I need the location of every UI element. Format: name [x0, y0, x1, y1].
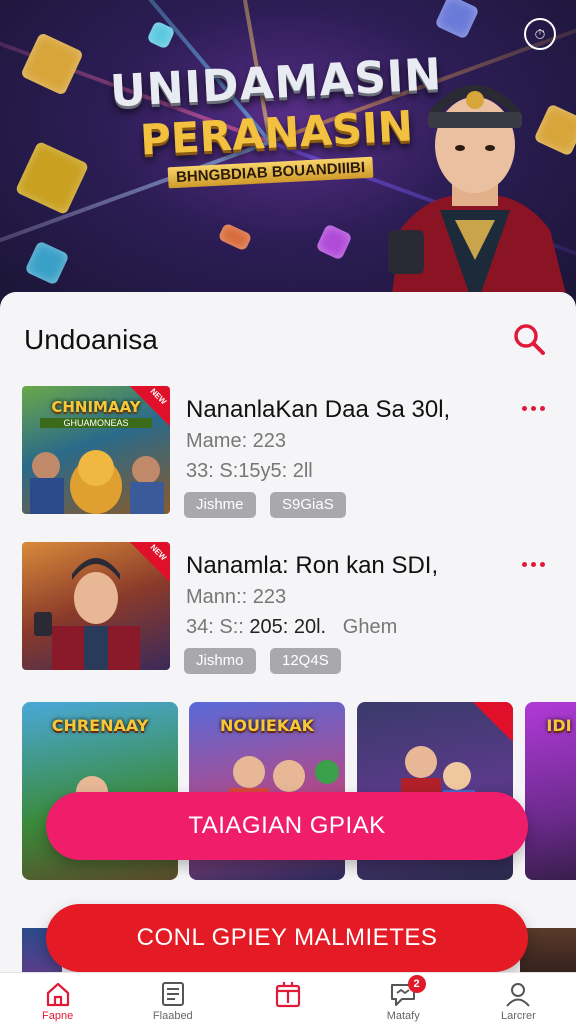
- game-title[interactable]: NananlaKan Daa Sa 30l,: [186, 396, 450, 424]
- game-title[interactable]: Nanamla: Ron kan SDI,: [186, 552, 438, 580]
- game-tag[interactable]: Jishme: [184, 492, 256, 518]
- nav-item-profile[interactable]: Larcrer: [461, 973, 576, 1024]
- primary-cta-button[interactable]: TAIAGIAN GPIAK: [46, 792, 528, 860]
- game-meta: Mann:: 223: [186, 586, 287, 608]
- card-logo: IDI: [546, 716, 572, 735]
- game-tag[interactable]: S9GiaS: [270, 492, 346, 518]
- dice-icon: [14, 140, 90, 216]
- card-logo: NOUIEKAK: [219, 716, 315, 735]
- timer-icon[interactable]: ⏱: [524, 18, 556, 50]
- gem-icon: [434, 0, 480, 40]
- notification-badge: 2: [407, 975, 426, 993]
- game-thumbnail[interactable]: CHNIMAAY GHUAMONEAS NEW: [22, 386, 170, 514]
- carousel-card[interactable]: IDI: [525, 702, 576, 880]
- new-badge: NEW: [130, 386, 170, 426]
- nav-label: Flaabed: [152, 1010, 193, 1022]
- more-options-icon[interactable]: [522, 556, 554, 572]
- nav-label: Fapne: [42, 1010, 74, 1022]
- app-screen: UNIDAMASIN PERANASIN BHNGBDIAB BOUANDIII…: [0, 0, 576, 1024]
- home-icon: [46, 982, 69, 1007]
- news-icon: [161, 982, 184, 1006]
- search-icon[interactable]: [510, 320, 548, 358]
- secondary-cta-button[interactable]: CONL GPIEY MALMIETES: [46, 904, 528, 972]
- game-stats: 34: S:: 205: 20l. Ghem: [186, 616, 398, 638]
- game-list-item[interactable]: NEW Nanamla: Ron kan SDI, Mann:: 223 34:…: [22, 542, 562, 674]
- content-sheet: Undoanisa CHNIMAAY GHUAMONEAS NEW Nananl…: [0, 292, 576, 988]
- game-stats: 33: S:15y5: 2ll: [186, 460, 313, 482]
- nav-label: Larcrer: [500, 1010, 536, 1022]
- nav-item-home[interactable]: Fapne: [0, 973, 115, 1024]
- nav-item-messages[interactable]: 2 Matafy: [346, 973, 461, 1024]
- section-title: Undoanisa: [24, 324, 158, 355]
- more-options-icon[interactable]: [522, 400, 554, 416]
- nav-label: Matafy: [386, 1010, 420, 1022]
- nav-item-feed[interactable]: Flaabed: [115, 973, 230, 1024]
- new-badge: NEW: [130, 542, 170, 582]
- gem-icon: [24, 240, 70, 286]
- hero-banner[interactable]: UNIDAMASIN PERANASIN BHNGBDIAB BOUANDIII…: [0, 0, 576, 310]
- gem-icon: [315, 223, 353, 261]
- game-thumbnail[interactable]: NEW: [22, 542, 170, 670]
- profile-icon: [506, 983, 531, 1007]
- gem-icon: [217, 222, 253, 252]
- game-list-item[interactable]: CHNIMAAY GHUAMONEAS NEW NananlaKan Daa S…: [22, 386, 562, 518]
- dice-icon: [20, 32, 84, 96]
- game-tag[interactable]: 12Q4S: [270, 648, 341, 674]
- card-logo: CHRENAAY: [51, 716, 149, 735]
- game-meta: Mame: 223: [186, 430, 287, 452]
- hero-character-illustration: [388, 85, 570, 310]
- nav-item-center[interactable]: [230, 973, 345, 1024]
- bottom-navigation: Fapne Flaabed 2 Matafy Larcrer: [0, 972, 576, 1024]
- game-tag[interactable]: Jishmo: [184, 648, 256, 674]
- new-badge: [473, 702, 513, 742]
- tournament-icon: [275, 982, 301, 1008]
